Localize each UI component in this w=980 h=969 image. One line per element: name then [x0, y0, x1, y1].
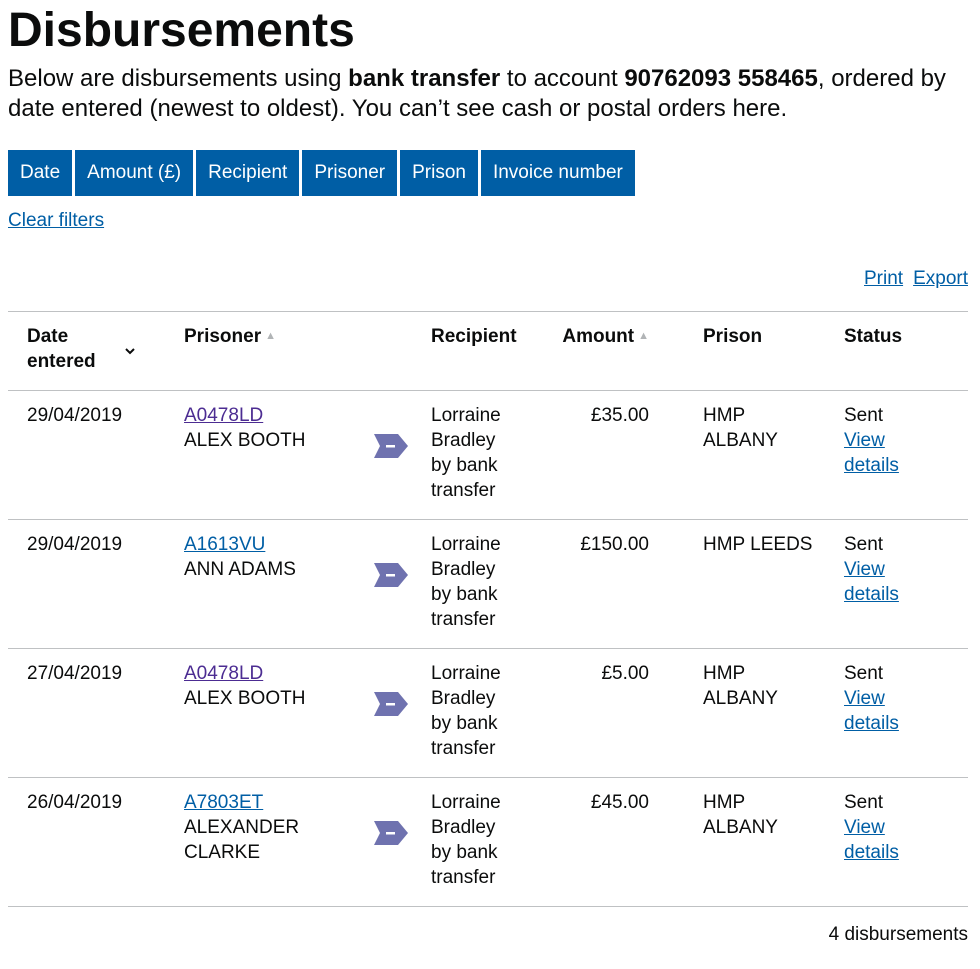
header-amount[interactable]: Amount ▲ [529, 311, 703, 391]
filter-recipient-button[interactable]: Recipient [196, 150, 300, 197]
cell-arrow [374, 519, 431, 649]
arrow-tag-icon [374, 821, 408, 845]
table-row: 29/04/2019 A0478LD ALEX BOOTH Lorraine B… [8, 390, 968, 520]
cell-date: 26/04/2019 [8, 777, 184, 907]
arrow-tag-icon [374, 434, 408, 458]
cell-arrow [374, 648, 431, 778]
cell-prisoner: A0478LD ALEX BOOTH [184, 390, 374, 520]
lede-method: bank transfer [348, 65, 501, 93]
arrow-tag-icon [374, 692, 408, 716]
cell-prison: HMP ALBANY [703, 648, 844, 778]
prisoner-number-link[interactable]: A1613VU [184, 534, 265, 555]
filter-prisoner-button[interactable]: Prisoner [302, 150, 398, 197]
prisoner-name: ALEX BOOTH [184, 430, 306, 451]
table-header-row: Date entered Prisoner ▲ Recipient Amount ▲… [8, 311, 968, 391]
cell-status: Sent View details [844, 390, 968, 520]
chevron-down-icon [125, 348, 135, 355]
cell-recipient: Lorraine Bradley by bank transfer [431, 519, 529, 649]
filter-bar: Date Amount (£) Recipient Prisoner Priso… [8, 150, 968, 197]
prisoner-number-link[interactable]: A7803ET [184, 792, 263, 813]
lede-account: 90762093 558465 [624, 65, 818, 93]
cell-amount: £35.00 [529, 390, 703, 520]
table-actions: Print Export [854, 268, 968, 290]
header-recipient: Recipient [431, 311, 529, 391]
cell-recipient: Lorraine Bradley by bank transfer [431, 777, 529, 907]
prisoner-number-link[interactable]: A0478LD [184, 663, 263, 684]
cell-date: 27/04/2019 [8, 648, 184, 778]
cell-prison: HMP ALBANY [703, 390, 844, 520]
clear-filters-link[interactable]: Clear filters [8, 210, 104, 232]
cell-arrow [374, 777, 431, 907]
table-row: 27/04/2019 A0478LD ALEX BOOTH Lorraine B… [8, 648, 968, 778]
print-link[interactable]: Print [864, 268, 903, 289]
view-details-link[interactable]: View details [844, 428, 904, 478]
cell-date: 29/04/2019 [8, 519, 184, 649]
header-prison: Prison [703, 311, 844, 391]
cell-recipient: Lorraine Bradley by bank transfer [431, 648, 529, 778]
cell-prisoner: A0478LD ALEX BOOTH [184, 648, 374, 778]
cell-prison: HMP LEEDS [703, 519, 844, 649]
cell-prisoner: A7803ET ALEXANDER CLARKE [184, 777, 374, 907]
table-row: 29/04/2019 A1613VU ANN ADAMS Lorraine Br… [8, 519, 968, 649]
cell-status: Sent View details [844, 777, 968, 907]
prisoner-number-link[interactable]: A0478LD [184, 405, 263, 426]
arrow-tag-icon [374, 563, 408, 587]
prisoner-name: ANN ADAMS [184, 559, 296, 580]
page-title: Disbursements [8, 4, 355, 57]
cell-recipient: Lorraine Bradley by bank transfer [431, 390, 529, 520]
view-details-link[interactable]: View details [844, 557, 904, 607]
export-link[interactable]: Export [913, 268, 968, 289]
caret-up-icon: ▲ [638, 330, 649, 343]
cell-date: 29/04/2019 [8, 390, 184, 520]
header-status: Status [844, 311, 968, 391]
cell-prison: HMP ALBANY [703, 777, 844, 907]
cell-arrow [374, 390, 431, 520]
prisoner-name: ALEXANDER CLARKE [184, 817, 300, 863]
lede-text-1: Below are disbursements using [8, 65, 349, 93]
cell-amount: £5.00 [529, 648, 703, 778]
lede-text-2: to account [500, 65, 625, 93]
status-text: Sent [844, 663, 884, 684]
header-prisoner[interactable]: Prisoner ▲ [184, 311, 374, 391]
view-details-link[interactable]: View details [844, 815, 904, 865]
view-details-link[interactable]: View details [844, 686, 904, 736]
filter-amount-button[interactable]: Amount (£) [75, 150, 194, 197]
filter-date-button[interactable]: Date [8, 150, 73, 197]
status-text: Sent [844, 792, 884, 813]
header-arrow-spacer [374, 311, 431, 391]
cell-prisoner: A1613VU ANN ADAMS [184, 519, 374, 649]
cell-amount: £45.00 [529, 777, 703, 907]
disbursements-table: Date entered Prisoner ▲ Recipient Amount ▲… [8, 311, 968, 907]
cell-amount: £150.00 [529, 519, 703, 649]
cell-status: Sent View details [844, 519, 968, 649]
page-description: Below are disbursements using bank trans… [8, 64, 968, 124]
status-text: Sent [844, 405, 884, 426]
table-row: 26/04/2019 A7803ET ALEXANDER CLARKE Lorr… [8, 777, 968, 907]
prisoner-name: ALEX BOOTH [184, 688, 306, 709]
caret-up-icon: ▲ [265, 330, 276, 343]
header-date-entered[interactable]: Date entered [8, 311, 184, 391]
cell-status: Sent View details [844, 648, 968, 778]
result-count: 4 disbursements [828, 924, 968, 945]
status-text: Sent [844, 534, 884, 555]
page: Disbursements Below are disbursements us… [8, 0, 968, 945]
filter-invoice-button[interactable]: Invoice number [480, 150, 635, 197]
filter-prison-button[interactable]: Prison [400, 150, 478, 197]
